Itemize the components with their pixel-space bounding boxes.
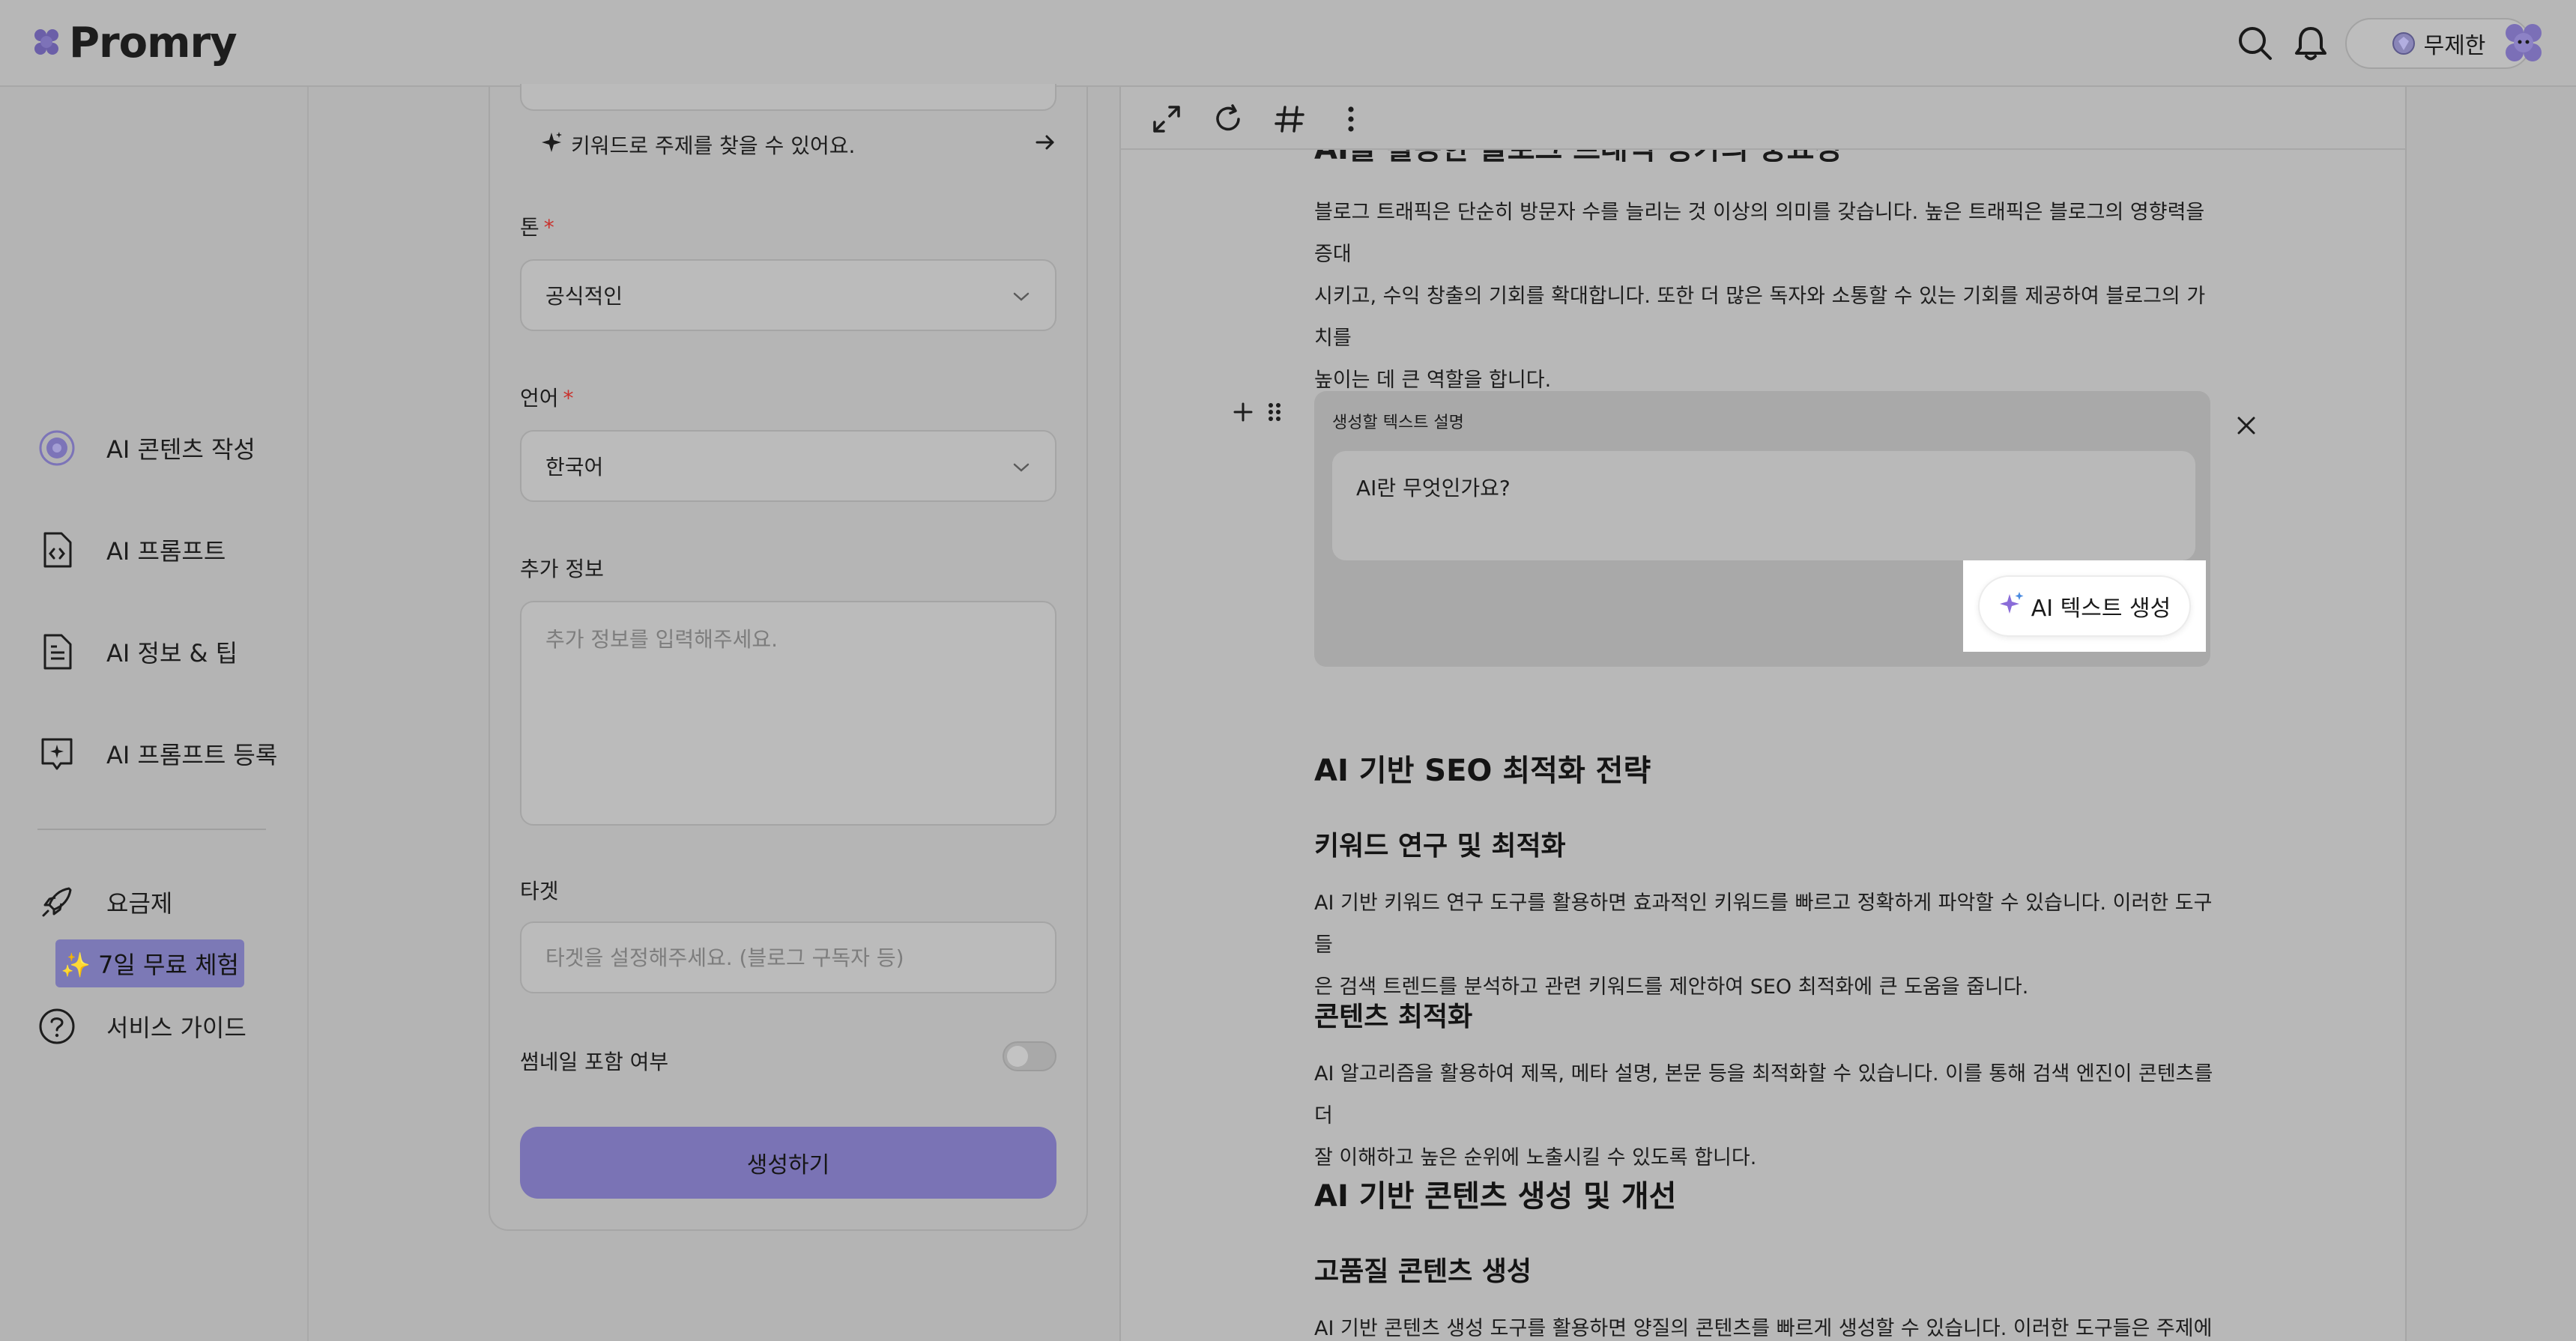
target-input[interactable]: [520, 921, 1056, 993]
logo-icon: [34, 29, 58, 55]
right-gutter: [2408, 87, 2576, 1341]
help-circle-icon: [37, 1007, 76, 1046]
language-select[interactable]: 한국어: [520, 430, 1056, 502]
hashtag-icon[interactable]: [1271, 100, 1308, 138]
bell-icon[interactable]: [2290, 22, 2332, 64]
more-vertical-icon[interactable]: [1332, 100, 1370, 138]
generate-button[interactable]: 생성하기: [520, 1127, 1056, 1199]
keyword-paragraph: AI 기반 키워드 연구 도구를 활용하면 효과적인 키워드를 빠르고 정확하게…: [1314, 883, 2221, 1008]
language-label: 언어 *: [520, 382, 574, 412]
required-mark: *: [543, 215, 554, 240]
settings-form: 키워드로 주제를 찾을 수 있어요. 톤 * 공식적인 언어 * 한국어 추가 정보…: [489, 84, 1088, 1231]
sparkle-chat-icon: [37, 734, 76, 773]
chevron-down-icon: [1012, 283, 1031, 308]
avatar[interactable]: [2500, 19, 2548, 67]
tone-label-text: 톤: [520, 215, 539, 240]
sidebar-item-label: AI 콘텐츠 작성: [106, 435, 256, 464]
heading-keyword-research: 키워드 연구 및 최적화: [1314, 831, 1566, 862]
close-icon[interactable]: [2230, 409, 2263, 442]
code-file-icon: [37, 530, 76, 569]
heading-seo-strategy: AI 기반 SEO 최적화 전략: [1314, 754, 1651, 788]
chevron-down-icon: [1012, 454, 1031, 479]
ai-prompt-input[interactable]: AI란 무엇인가요?: [1332, 451, 2195, 560]
refresh-icon[interactable]: [1209, 100, 1247, 138]
search-icon[interactable]: [2234, 22, 2276, 64]
paragraph-line: AI 기반 콘텐츠 생성 도구를 활용하면 양질의 콘텐츠를 빠르게 생성할 수…: [1314, 1317, 2213, 1340]
top-header: Promry 무제한: [0, 0, 2576, 87]
keyword-hint-text: 키워드로 주제를 찾을 수 있어요.: [571, 133, 856, 158]
quality-paragraph: AI 기반 콘텐츠 생성 도구를 활용하면 양질의 콘텐츠를 빠르게 생성할 수…: [1314, 1308, 2221, 1341]
ai-generate-highlight: AI 텍스트 생성: [1963, 560, 2206, 652]
plan-label: 무제한: [2423, 33, 2486, 59]
intro-paragraph: 블로그 트래픽은 단순히 방문자 수를 늘리는 것 이상의 의미를 갖습니다. …: [1314, 192, 2221, 402]
trial-badge[interactable]: ✨ 7일 무료 체험: [55, 939, 244, 987]
sidebar-item-label: AI 프롬프트: [106, 537, 226, 566]
paragraph-line: AI 알고리즘을 활용하여 제목, 메타 설명, 본문 등을 최적화할 수 있습…: [1314, 1062, 2213, 1127]
sidebar-item-label: AI 정보 & 팁: [106, 639, 238, 668]
sparkle-icon: [1998, 590, 2025, 623]
sidebar-item-guide[interactable]: 서비스 가이드: [37, 1004, 247, 1049]
heading-content-optimization: 콘텐츠 최적화: [1314, 1002, 1473, 1032]
heading-quality-content: 고품질 콘텐츠 생성: [1314, 1256, 1532, 1287]
ai-prompt-value: AI란 무엇인가요?: [1356, 476, 1511, 500]
sidebar-item-label: 서비스 가이드: [106, 1014, 247, 1042]
rocket-icon: [37, 883, 76, 921]
ai-generate-label: AI 텍스트 생성: [2031, 596, 2171, 622]
sidebar-item-pricing[interactable]: 요금제: [37, 880, 172, 924]
sidebar-item-ai-prompt[interactable]: AI 프롬프트: [37, 527, 226, 572]
plan-gem-icon: [2392, 32, 2415, 55]
tone-label: 톤 *: [520, 211, 554, 241]
block-controls: [1232, 397, 1292, 430]
thumbnail-label: 썸네일 포함 여부: [520, 1050, 669, 1074]
expand-icon[interactable]: [1148, 100, 1185, 138]
ai-block-label: 생성할 텍스트 설명: [1332, 414, 1464, 432]
toggle-knob: [1007, 1046, 1028, 1067]
sidebar-item-register-prompt[interactable]: AI 프롬프트 등록: [37, 731, 277, 776]
ai-text-generate-button[interactable]: AI 텍스트 생성: [1978, 575, 2191, 637]
keyword-search-link[interactable]: 키워드로 주제를 찾을 수 있어요.: [539, 126, 1056, 163]
drag-handle-icon[interactable]: [1266, 401, 1283, 426]
sidebar-item-label: 요금제: [106, 889, 173, 918]
sidebar: AI 콘텐츠 작성 AI 프롬프트 AI 정보 & 팁 AI 프롬프트 등록 요…: [0, 87, 309, 1341]
tone-value: 공식적인: [545, 284, 623, 309]
language-label-text: 언어: [520, 386, 559, 411]
sidebar-item-ai-info[interactable]: AI 정보 & 팁: [37, 629, 238, 674]
paragraph-line: 시키고, 수익 창출의 기회를 확대합니다. 또한 더 많은 독자와 소통할 수…: [1314, 285, 2206, 350]
paragraph-line: 블로그 트래픽은 단순히 방문자 수를 늘리는 것 이상의 의미를 갖습니다. …: [1314, 201, 2205, 266]
content-paragraph: AI 알고리즘을 활용하여 제목, 메타 설명, 본문 등을 최적화할 수 있습…: [1314, 1053, 2221, 1179]
sidebar-divider: [37, 829, 266, 830]
heading-content-generation: AI 기반 콘텐츠 생성 및 개선: [1314, 1179, 1677, 1214]
sparkle-icon: [539, 130, 563, 160]
sidebar-item-label: AI 프롬프트 등록: [106, 741, 278, 769]
editor-toolbar: [1121, 87, 2405, 150]
plus-icon[interactable]: [1232, 401, 1254, 426]
tone-select[interactable]: 공식적인: [520, 259, 1056, 331]
topic-field[interactable]: [520, 84, 1056, 111]
language-value: 한국어: [545, 455, 604, 479]
logo[interactable]: Promry: [30, 16, 238, 69]
extra-info-textarea[interactable]: [520, 601, 1056, 826]
logo-text: Promry: [69, 18, 238, 67]
target-label: 타겟: [520, 879, 559, 903]
editor-panel: AI를 활용한 블로그 트래픽 증가의 중요성 블로그 트래픽은 단순히 방문자…: [1119, 87, 2407, 1341]
ai-content-icon: [37, 429, 76, 467]
thumbnail-toggle[interactable]: [1003, 1041, 1056, 1071]
required-mark: *: [563, 386, 574, 411]
document-icon: [37, 632, 76, 671]
arrow-right-icon: [1034, 131, 1056, 159]
extra-info-label: 추가 정보: [520, 557, 604, 581]
paragraph-line: AI 기반 키워드 연구 도구를 활용하면 효과적인 키워드를 빠르고 정확하게…: [1314, 892, 2213, 957]
sidebar-item-ai-content[interactable]: AI 콘텐츠 작성: [37, 426, 256, 470]
